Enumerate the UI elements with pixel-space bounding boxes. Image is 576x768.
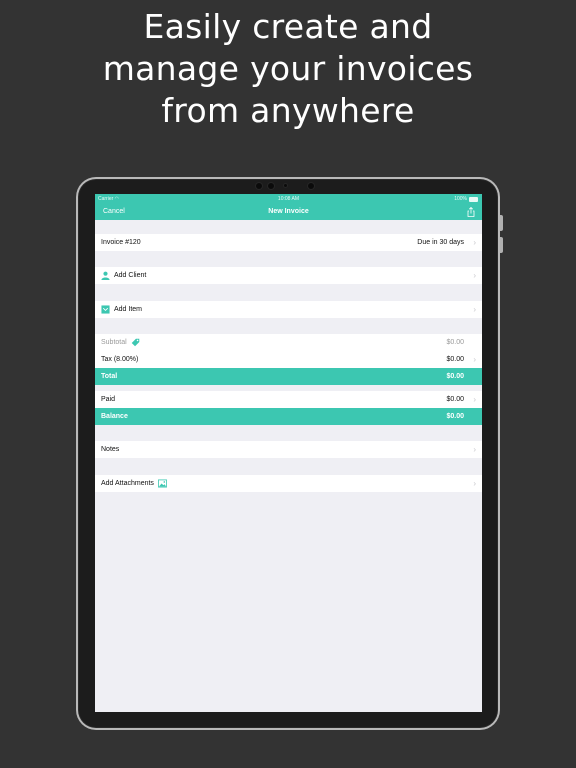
- image-icon: [157, 479, 167, 488]
- add-item-label-group: Add Item: [101, 301, 142, 318]
- chevron-right-icon: ›: [473, 479, 476, 488]
- chevron-right-icon: ›: [473, 445, 476, 454]
- status-bar: Carrier ◠ 10:08 AM 100%: [95, 194, 482, 204]
- notes-row[interactable]: Notes ›: [95, 441, 482, 458]
- battery-indicator: 100%: [454, 194, 478, 204]
- add-attachments-label: Add Attachments: [101, 480, 154, 487]
- sensor-dot-right: [308, 183, 314, 189]
- app-screen: Carrier ◠ 10:08 AM 100% Cancel New Invoi…: [95, 194, 482, 712]
- tax-value: $0.00: [446, 356, 464, 363]
- battery-percent: 100%: [454, 196, 467, 202]
- subtotal-value: $0.00: [446, 339, 464, 346]
- headline-line-3: from anywhere: [161, 91, 415, 130]
- camera-lens: [268, 183, 274, 189]
- total-value: $0.00: [446, 373, 464, 380]
- indicator-dot: [284, 184, 287, 187]
- invoice-number-row[interactable]: Invoice #120 Due in 30 days ›: [95, 234, 482, 251]
- balance-label: Balance: [101, 413, 128, 420]
- box-icon: [101, 305, 110, 314]
- add-client-row[interactable]: Add Client ›: [95, 267, 482, 284]
- total-row: Total $0.00: [95, 368, 482, 385]
- volume-down-button: [500, 237, 503, 253]
- status-time: 10:08 AM: [277, 196, 300, 202]
- add-attachments-label-group: Add Attachments: [101, 475, 167, 492]
- person-icon: [101, 271, 110, 280]
- chevron-right-icon: ›: [473, 238, 476, 247]
- paid-row[interactable]: Paid $0.00 ›: [95, 391, 482, 408]
- share-icon[interactable]: [466, 207, 476, 217]
- chevron-right-icon: ›: [473, 395, 476, 404]
- subtotal-row: Subtotal $0.00: [95, 334, 482, 351]
- camera-bar: [248, 181, 328, 191]
- invoice-number-label: Invoice #120: [101, 239, 141, 246]
- headline: Easily create and manage your invoices f…: [0, 6, 576, 132]
- navigation-bar: Cancel New Invoice: [95, 204, 482, 220]
- subtotal-label-group: Subtotal: [101, 334, 140, 351]
- volume-up-button: [500, 215, 503, 231]
- balance-row: Balance $0.00: [95, 408, 482, 425]
- headline-line-2: manage your invoices: [102, 49, 474, 88]
- total-label: Total: [101, 373, 118, 380]
- battery-icon: [469, 196, 478, 202]
- chevron-right-icon: ›: [473, 305, 476, 314]
- add-item-row[interactable]: Add Item ›: [95, 301, 482, 318]
- add-attachments-row[interactable]: Add Attachments ›: [95, 475, 482, 492]
- paid-label: Paid: [101, 396, 116, 403]
- chevron-right-icon: ›: [473, 355, 476, 364]
- add-client-label: Add Client: [114, 272, 147, 279]
- headline-line-1: Easily create and: [143, 7, 433, 46]
- notes-label: Notes: [101, 446, 120, 453]
- sensor-dot: [256, 183, 262, 189]
- chevron-right-icon: ›: [473, 271, 476, 280]
- page-title: New Invoice: [268, 208, 309, 215]
- paid-value: $0.00: [446, 396, 464, 403]
- add-item-label: Add Item: [114, 306, 143, 313]
- tag-icon: [131, 338, 139, 347]
- add-client-label-group: Add Client: [101, 267, 146, 284]
- balance-value: $0.00: [446, 413, 464, 420]
- tax-label: Tax (8.00%): [101, 356, 139, 363]
- due-date-value: Due in 30 days: [417, 239, 464, 246]
- tax-row[interactable]: Tax (8.00%) $0.00 ›: [95, 351, 482, 368]
- subtotal-label: Subtotal: [101, 339, 127, 346]
